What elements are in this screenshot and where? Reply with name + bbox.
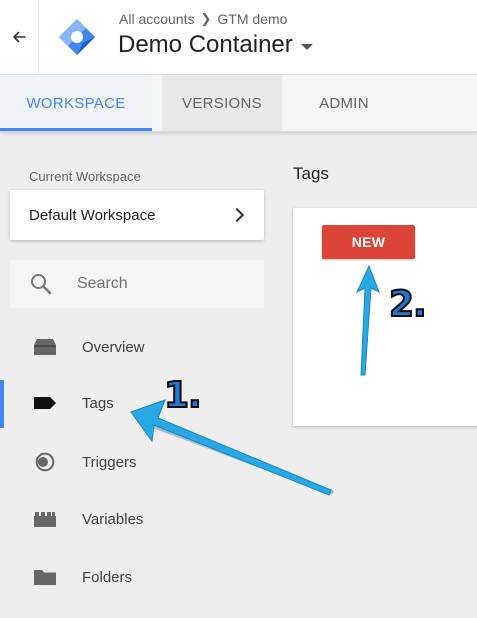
tab-workspace[interactable]: WORKSPACE bbox=[0, 75, 152, 131]
sidebar-item-label: Variables bbox=[82, 510, 144, 528]
tab-bar: WORKSPACE VERSIONS ADMIN bbox=[0, 75, 477, 132]
container-name: Demo Container bbox=[118, 31, 293, 58]
sidebar-item-triggers[interactable]: Triggers bbox=[0, 439, 270, 485]
dropdown-caret-icon bbox=[300, 43, 313, 50]
page-title: Tags bbox=[293, 164, 329, 183]
container-selector[interactable]: Demo Container bbox=[118, 31, 313, 59]
new-button-label: NEW bbox=[351, 234, 386, 250]
overview-icon bbox=[34, 339, 56, 355]
trigger-icon bbox=[35, 452, 55, 472]
folder-icon bbox=[34, 570, 56, 585]
chevron-right-icon bbox=[229, 207, 245, 223]
search-input[interactable] bbox=[77, 275, 227, 293]
tab-admin-label: ADMIN bbox=[319, 94, 369, 112]
sidebar-item-label: Tags bbox=[82, 394, 114, 412]
workspace-name: Default Workspace bbox=[29, 206, 156, 224]
tag-icon bbox=[34, 397, 56, 409]
app-header: All accounts ❯ GTM demo Demo Container bbox=[0, 0, 477, 75]
step-1-label: 1. bbox=[163, 374, 203, 417]
breadcrumb: All accounts ❯ GTM demo bbox=[119, 11, 287, 27]
breadcrumb-all-accounts[interactable]: All accounts bbox=[119, 11, 194, 27]
tab-workspace-label: WORKSPACE bbox=[26, 94, 126, 112]
sidebar-item-label: Triggers bbox=[82, 453, 137, 471]
current-workspace-label: Current Workspace bbox=[29, 169, 141, 184]
sidebar-item-variables[interactable]: Variables bbox=[0, 496, 270, 542]
back-button[interactable] bbox=[0, 0, 39, 74]
new-tag-button[interactable]: NEW bbox=[322, 225, 415, 259]
breadcrumb-account[interactable]: GTM demo bbox=[217, 11, 287, 27]
tab-versions[interactable]: VERSIONS bbox=[162, 75, 282, 131]
variables-icon bbox=[34, 512, 56, 527]
workspace-selector[interactable]: Default Workspace bbox=[10, 190, 264, 240]
arrow-back-icon bbox=[13, 31, 26, 43]
tab-admin[interactable]: ADMIN bbox=[290, 75, 398, 131]
sidebar-item-label: Folders bbox=[82, 568, 133, 586]
sidebar-item-folders[interactable]: Folders bbox=[0, 554, 270, 600]
tab-versions-label: VERSIONS bbox=[182, 94, 262, 112]
chevron-right-icon: ❯ bbox=[200, 11, 212, 26]
search-icon bbox=[31, 274, 52, 295]
step-2-label: 2. bbox=[388, 283, 428, 326]
gtm-logo-icon bbox=[59, 19, 95, 55]
sidebar-item-label: Overview bbox=[82, 338, 145, 356]
sidebar-item-tags[interactable]: Tags bbox=[0, 380, 270, 428]
search-box[interactable] bbox=[10, 260, 264, 308]
sidebar-item-overview[interactable]: Overview bbox=[0, 324, 270, 370]
